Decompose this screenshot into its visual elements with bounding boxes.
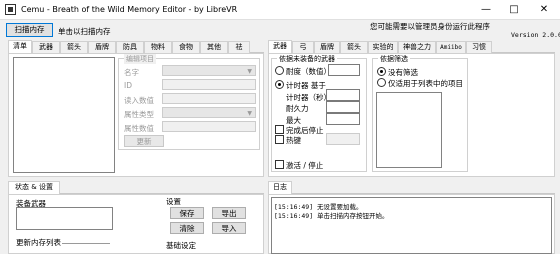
tab-food[interactable]: 食物 [172,41,200,53]
tab-inventory[interactable]: 清单 [8,40,32,53]
durability-radio[interactable] [275,66,284,75]
tab-shields[interactable]: 盾牌 [88,41,116,53]
version-label: Version 2.0.0. [511,31,560,39]
value-label: 读入数值 [124,96,154,105]
attr-value-label: 属性数值 [124,124,154,133]
durability-label: 耐久力 [286,104,309,113]
id-label: ID [124,81,132,90]
timer-seconds-field[interactable] [326,89,360,101]
tab-champion-abilities[interactable]: 神兽之力 [398,41,436,53]
durability-value-field[interactable] [328,64,360,76]
maximize-icon[interactable]: □ [500,2,528,18]
log-line: [15:16:49] 单击扫描内存按钮开始。 [274,212,389,220]
unequipped-group-title: 依据未装备的武器 [277,54,337,64]
inventory-tabstrip: 清单 武器 箭头 盾牌 防具 物料 食物 其他 祛 [8,40,264,53]
edit-item-group-title: 编辑项目 [124,54,156,64]
import-button[interactable]: 导入 [212,222,246,234]
tab-habits[interactable]: 习惯 [466,41,492,53]
clear-button[interactable]: 清除 [170,222,204,234]
close-icon[interactable]: ✕ [530,2,558,18]
attr-type-label: 属性类型 [124,110,154,119]
name-combo: ▼ [162,65,256,76]
chevron-down-icon: ▼ [247,110,252,117]
update-button: 更新 [124,135,164,147]
activate-stop-label: 激活 / 停止 [286,161,324,170]
only-listed-radio[interactable] [377,78,386,87]
name-label: 名字 [124,68,139,77]
filter-item-list[interactable] [376,92,442,168]
status-tabstrip: 状态 & 设置 [8,181,264,194]
activate-stop-checkbox[interactable] [275,160,284,169]
tab-armor[interactable]: 防具 [116,41,144,53]
app-icon [5,4,16,15]
chevron-down-icon: ▼ [247,68,252,75]
no-filter-label: 没有筛选 [388,68,418,77]
tab-experimental[interactable]: 实验的 [368,41,398,53]
attr-value-field [162,121,256,132]
hotkey-label: 热键 [286,136,301,145]
timer-seconds-label: 计时器（秒） [286,93,331,102]
refresh-divider [62,243,110,244]
scan-memory-button[interactable]: 扫描内存 [6,23,53,37]
only-listed-label: 仅适用于列表中的项目 [388,79,463,88]
durability-field[interactable] [326,101,360,113]
tab-status-settings[interactable]: 状态 & 设置 [8,181,60,194]
tab-other[interactable]: 其他 [200,41,228,53]
save-button[interactable]: 保存 [170,207,204,219]
tab-log[interactable]: 日志 [268,181,292,194]
tab-arrow[interactable]: 箭头 [340,41,368,53]
stop-after-done-checkbox[interactable] [275,125,284,134]
window-title: Cemu - Breath of the Wild Memory Editor … [21,5,238,14]
log-tabstrip: 日志 [268,181,555,194]
tab-weapon[interactable]: 武器 [268,40,292,53]
settings-title: 设置 [166,197,181,206]
hotkey-checkbox[interactable] [275,135,284,144]
tab-arrows[interactable]: 箭头 [60,41,88,53]
refresh-memory-label: 更新内存列表 [16,238,61,247]
attr-type-combo: ▼ [162,107,256,118]
hotkey-field [326,133,360,145]
export-button[interactable]: 导出 [212,207,246,219]
tab-bow[interactable]: 弓 [292,41,314,53]
max-field[interactable] [326,113,360,125]
log-textbox[interactable]: [15:16:49] 无设置要加载。 [15:16:49] 单击扫描内存按钮开始… [271,197,552,254]
tab-weapons[interactable]: 武器 [32,41,60,53]
tab-shield[interactable]: 盾牌 [314,41,340,53]
admin-notice: 您可能需要以管理员身份运行此程序 [370,22,490,31]
timer-radio[interactable] [275,80,284,89]
inventory-list[interactable] [13,57,115,173]
tab-materials[interactable]: 物料 [144,41,172,53]
tab-misc[interactable]: 祛 [228,41,250,53]
minimize-icon[interactable]: — [472,2,500,18]
value-field [162,93,256,104]
filter-group-title: 依据筛选 [378,54,410,64]
id-field [162,79,256,90]
scan-hint-label: 单击以扫描内存 [58,27,111,36]
equipped-weapons-list[interactable] [16,207,113,230]
timer-radio-label: 计时器 基于 [286,81,326,90]
feature-tabstrip: 武器 弓 盾牌 箭头 实验的 神兽之力 Amiibo 习惯 [268,40,555,53]
no-filter-radio[interactable] [377,67,386,76]
basic-settings-title: 基础设定 [166,241,196,250]
durability-radio-label: 耐度（数值） [286,67,331,76]
tab-amiibo[interactable]: Amiibo [436,41,466,53]
title-bar: Cemu - Breath of the Wild Memory Editor … [0,0,560,20]
